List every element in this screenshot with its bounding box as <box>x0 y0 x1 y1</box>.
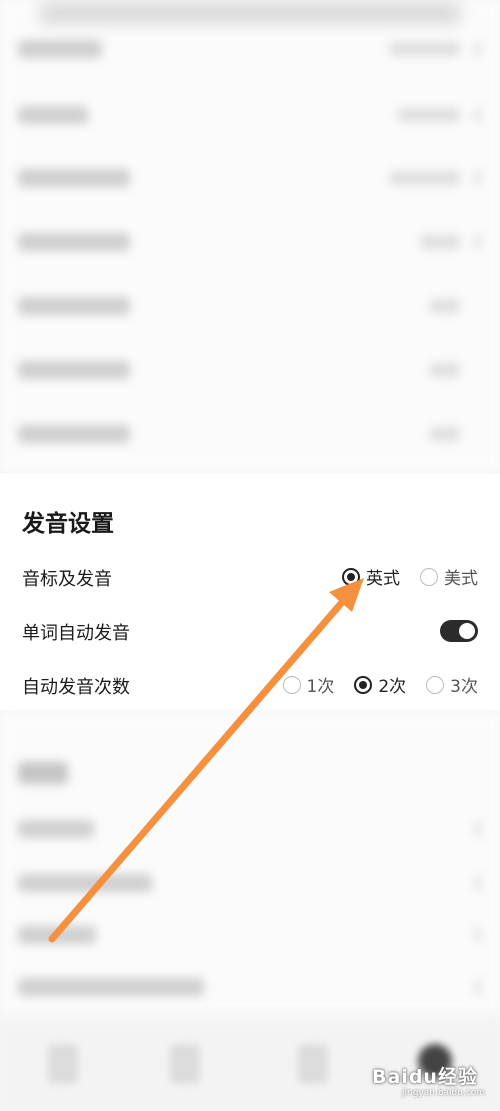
toggle-knob <box>459 623 475 639</box>
play-count-options: 1次 2次 3次 <box>282 672 478 697</box>
blurred-row <box>18 163 482 193</box>
radio-checked-icon <box>342 567 360 586</box>
blurred-row <box>18 972 482 1002</box>
blurred-row <box>18 419 482 449</box>
radio-unchecked-icon <box>282 675 301 694</box>
option-label: 3次 <box>450 677 478 697</box>
auto-play-label: 单词自动发音 <box>22 623 130 644</box>
play-count-option-3[interactable]: 3次 <box>426 672 478 697</box>
phonetic-label: 音标及发音 <box>22 569 112 590</box>
watermark-logo: Baidu经验 <box>372 1066 478 1088</box>
blurred-row <box>18 756 482 786</box>
phonetic-setting-row: 音标及发音 英式 美式 <box>22 560 478 594</box>
section-title: 发音设置 <box>22 511 114 537</box>
blurred-settings-list-top <box>0 0 500 472</box>
blurred-row <box>18 920 482 950</box>
nav-item[interactable] <box>48 1044 78 1084</box>
nav-item[interactable] <box>170 1044 200 1084</box>
play-count-option-2[interactable]: 2次 <box>354 672 406 697</box>
play-count-setting-row: 自动发音次数 1次 2次 3次 <box>22 668 478 702</box>
phonetic-option-british[interactable]: 英式 <box>342 564 400 589</box>
phonetic-option-american[interactable]: 美式 <box>420 564 478 589</box>
sound-settings-card: 发音设置 音标及发音 英式 美式 单词自动发音 自动发音次数 1次 2次 3次 <box>0 474 500 710</box>
auto-play-toggle[interactable] <box>440 620 478 642</box>
blurred-row <box>18 227 482 257</box>
option-label: 美式 <box>444 569 478 589</box>
status-bar <box>40 2 460 24</box>
watermark-url: jingyan.baidu.com <box>402 1088 486 1098</box>
radio-unchecked-icon <box>426 675 445 694</box>
blurred-row <box>18 34 482 64</box>
blurred-row <box>18 291 482 321</box>
blurred-settings-list-bottom <box>0 712 500 1012</box>
play-count-option-1[interactable]: 1次 <box>282 672 335 697</box>
blurred-row <box>18 355 482 385</box>
radio-unchecked-icon <box>420 567 438 586</box>
option-label: 2次 <box>378 677 407 697</box>
play-count-label: 自动发音次数 <box>22 677 130 698</box>
auto-play-setting-row: 单词自动发音 <box>22 614 478 648</box>
radio-checked-icon <box>354 675 373 694</box>
phonetic-options: 英式 美式 <box>342 564 478 589</box>
blurred-row <box>18 868 482 898</box>
nav-item[interactable] <box>298 1044 328 1084</box>
option-label: 1次 <box>306 677 335 697</box>
blurred-row <box>18 100 482 130</box>
option-label: 英式 <box>366 569 400 589</box>
blurred-row <box>18 814 482 844</box>
